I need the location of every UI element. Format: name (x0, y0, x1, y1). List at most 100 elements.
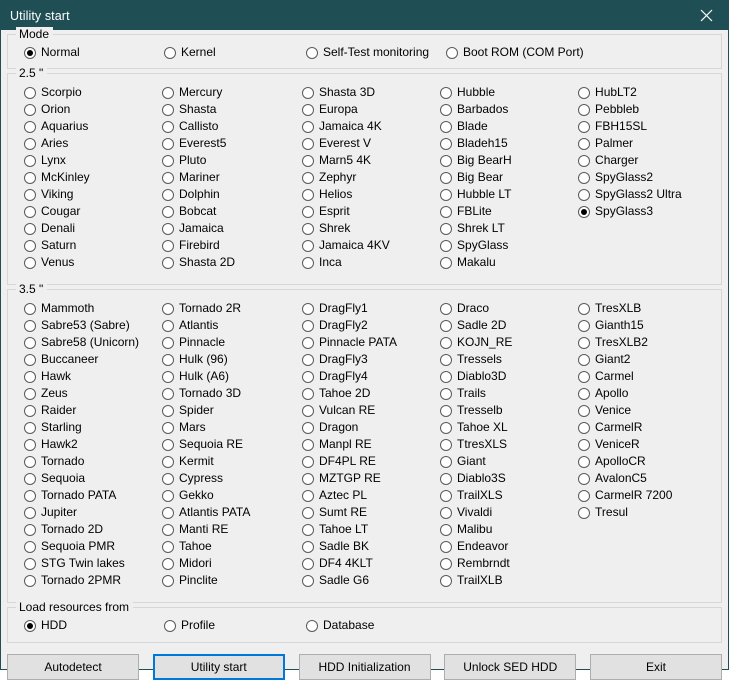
drive-radio-giant[interactable]: Giant (440, 453, 578, 470)
drive-radio-mztgp-re[interactable]: MZTGP RE (302, 470, 440, 487)
drive-radio-tahoe-lt[interactable]: Tahoe LT (302, 521, 440, 538)
drive-radio-tresul[interactable]: Tresul (578, 504, 721, 521)
drive-radio-dragfly3[interactable]: DragFly3 (302, 351, 440, 368)
drive-radio-mammoth[interactable]: Mammoth (24, 300, 162, 317)
drive-radio-pinnacle-pata[interactable]: Pinnacle PATA (302, 334, 440, 351)
drive-radio-tahoe-xl[interactable]: Tahoe XL (440, 419, 578, 436)
drive-radio-scorpio[interactable]: Scorpio (24, 84, 162, 101)
drive-radio-zeus[interactable]: Zeus (24, 385, 162, 402)
drive-radio-blade[interactable]: Blade (440, 118, 578, 135)
drive-radio-hubble[interactable]: Hubble (440, 84, 578, 101)
drive-radio-pebbleb[interactable]: Pebbleb (578, 101, 721, 118)
drive-radio-aquarius[interactable]: Aquarius (24, 118, 162, 135)
drive-radio-apollo[interactable]: Apollo (578, 385, 721, 402)
autodetect-button[interactable]: Autodetect (7, 654, 139, 680)
drive-radio-sadle-2d[interactable]: Sadle 2D (440, 317, 578, 334)
exit-button[interactable]: Exit (590, 654, 722, 680)
drive-radio-pluto[interactable]: Pluto (162, 152, 302, 169)
drive-radio-manti-re[interactable]: Manti RE (162, 521, 302, 538)
drive-radio-tornado-pata[interactable]: Tornado PATA (24, 487, 162, 504)
drive-radio-aztec-pl[interactable]: Aztec PL (302, 487, 440, 504)
load-radio-hdd[interactable]: HDD (24, 617, 164, 634)
drive-radio-tresselb[interactable]: Tresselb (440, 402, 578, 419)
drive-radio-carmelr[interactable]: CarmelR (578, 419, 721, 436)
drive-radio-dragfly2[interactable]: DragFly2 (302, 317, 440, 334)
drive-radio-hawk[interactable]: Hawk (24, 368, 162, 385)
drive-radio-sabre53-sabre[interactable]: Sabre53 (Sabre) (24, 317, 162, 334)
drive-radio-tahoe[interactable]: Tahoe (162, 538, 302, 555)
drive-radio-vivaldi[interactable]: Vivaldi (440, 504, 578, 521)
drive-radio-big-bearh[interactable]: Big BearH (440, 152, 578, 169)
drive-radio-hubble-lt[interactable]: Hubble LT (440, 186, 578, 203)
drive-radio-trailxls[interactable]: TrailXLS (440, 487, 578, 504)
drive-radio-shasta-2d[interactable]: Shasta 2D (162, 254, 302, 271)
drive-radio-sadle-g6[interactable]: Sadle G6 (302, 572, 440, 589)
drive-radio-shrek[interactable]: Shrek (302, 220, 440, 237)
drive-radio-hulk-96[interactable]: Hulk (96) (162, 351, 302, 368)
drive-radio-carmel[interactable]: Carmel (578, 368, 721, 385)
drive-radio-aries[interactable]: Aries (24, 135, 162, 152)
drive-radio-esprit[interactable]: Esprit (302, 203, 440, 220)
drive-radio-jamaica-4k[interactable]: Jamaica 4K (302, 118, 440, 135)
drive-radio-ttresxls[interactable]: TtresXLS (440, 436, 578, 453)
mode-radio-normal[interactable]: Normal (24, 44, 164, 61)
drive-radio-sequoia-pmr[interactable]: Sequoia PMR (24, 538, 162, 555)
drive-radio-firebird[interactable]: Firebird (162, 237, 302, 254)
drive-radio-kojn-re[interactable]: KOJN_RE (440, 334, 578, 351)
drive-radio-shasta-3d[interactable]: Shasta 3D (302, 84, 440, 101)
drive-radio-gekko[interactable]: Gekko (162, 487, 302, 504)
drive-radio-mercury[interactable]: Mercury (162, 84, 302, 101)
drive-radio-malibu[interactable]: Malibu (440, 521, 578, 538)
drive-radio-carmelr-7200[interactable]: CarmelR 7200 (578, 487, 721, 504)
drive-radio-pinnacle[interactable]: Pinnacle (162, 334, 302, 351)
drive-radio-df4-4klt[interactable]: DF4 4KLT (302, 555, 440, 572)
drive-radio-dragfly1[interactable]: DragFly1 (302, 300, 440, 317)
drive-radio-denali[interactable]: Denali (24, 220, 162, 237)
drive-radio-venicer[interactable]: VeniceR (578, 436, 721, 453)
drive-radio-fblite[interactable]: FBLite (440, 203, 578, 220)
drive-radio-jupiter[interactable]: Jupiter (24, 504, 162, 521)
drive-radio-avalonc5[interactable]: AvalonC5 (578, 470, 721, 487)
unlock-sed-hdd-button[interactable]: Unlock SED HDD (444, 654, 577, 680)
drive-radio-pinclite[interactable]: Pinclite (162, 572, 302, 589)
drive-radio-everest-v[interactable]: Everest V (302, 135, 440, 152)
drive-radio-df4pl-re[interactable]: DF4PL RE (302, 453, 440, 470)
drive-radio-europa[interactable]: Europa (302, 101, 440, 118)
mode-radio-boot-rom[interactable]: Boot ROM (COM Port) (446, 44, 584, 61)
drive-radio-diablo3d[interactable]: Diablo3D (440, 368, 578, 385)
drive-radio-sequoia-re[interactable]: Sequoia RE (162, 436, 302, 453)
drive-radio-tressels[interactable]: Tressels (440, 351, 578, 368)
drive-radio-mckinley[interactable]: McKinley (24, 169, 162, 186)
drive-radio-stg-twin-lakes[interactable]: STG Twin lakes (24, 555, 162, 572)
drive-radio-shasta[interactable]: Shasta (162, 101, 302, 118)
drive-radio-draco[interactable]: Draco (440, 300, 578, 317)
drive-radio-apollocr[interactable]: ApolloCR (578, 453, 721, 470)
drive-radio-marn5-4k[interactable]: Marn5 4K (302, 152, 440, 169)
drive-radio-rembrndt[interactable]: Rembrndt (440, 555, 578, 572)
drive-radio-endeavor[interactable]: Endeavor (440, 538, 578, 555)
drive-radio-sumt-re[interactable]: Sumt RE (302, 504, 440, 521)
drive-radio-atlantis[interactable]: Atlantis (162, 317, 302, 334)
drive-radio-tresxlb2[interactable]: TresXLB2 (578, 334, 721, 351)
mode-radio-self-test-monitoring[interactable]: Self-Test monitoring (306, 44, 446, 61)
drive-radio-gianth15[interactable]: Gianth15 (578, 317, 721, 334)
drive-radio-dragfly4[interactable]: DragFly4 (302, 368, 440, 385)
utility-start-button[interactable]: Utility start (152, 654, 285, 680)
close-icon[interactable] (684, 1, 728, 30)
drive-radio-starling[interactable]: Starling (24, 419, 162, 436)
drive-radio-spyglass3[interactable]: SpyGlass3 (578, 203, 721, 220)
drive-radio-bobcat[interactable]: Bobcat (162, 203, 302, 220)
drive-radio-tresxlb[interactable]: TresXLB (578, 300, 721, 317)
drive-radio-sequoia[interactable]: Sequoia (24, 470, 162, 487)
drive-radio-spyglass2-ultra[interactable]: SpyGlass2 Ultra (578, 186, 721, 203)
drive-radio-makalu[interactable]: Makalu (440, 254, 578, 271)
drive-radio-dolphin[interactable]: Dolphin (162, 186, 302, 203)
drive-radio-inca[interactable]: Inca (302, 254, 440, 271)
drive-radio-cougar[interactable]: Cougar (24, 203, 162, 220)
drive-radio-midori[interactable]: Midori (162, 555, 302, 572)
drive-radio-charger[interactable]: Charger (578, 152, 721, 169)
drive-radio-tahoe-2d[interactable]: Tahoe 2D (302, 385, 440, 402)
drive-radio-spyglass2[interactable]: SpyGlass2 (578, 169, 721, 186)
drive-radio-bladeh15[interactable]: Bladeh15 (440, 135, 578, 152)
drive-radio-tornado-3d[interactable]: Tornado 3D (162, 385, 302, 402)
